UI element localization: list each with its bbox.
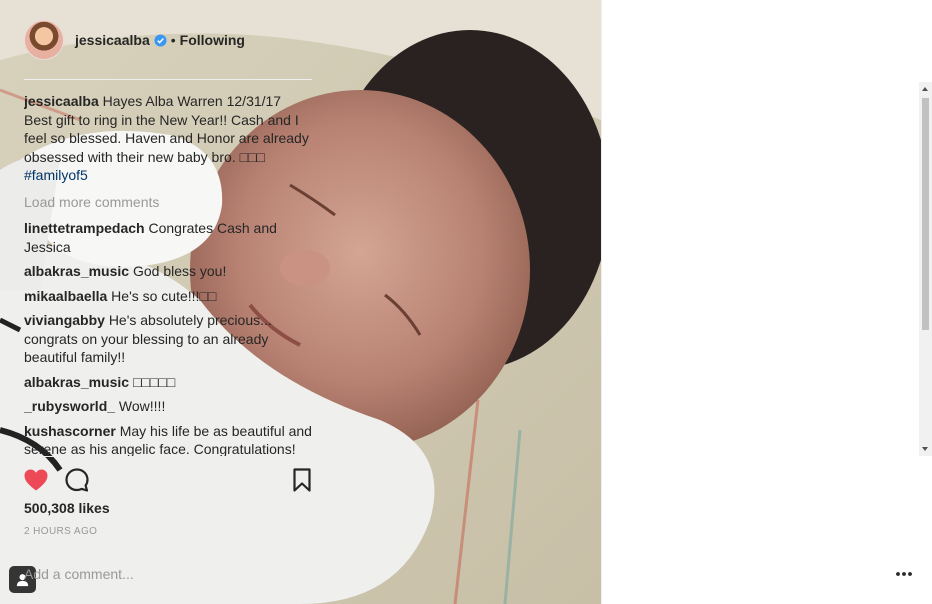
comment-username[interactable]: viviangabby <box>24 312 105 328</box>
comment-text: Wow!!!! <box>118 398 166 414</box>
scroll-down-arrow-icon[interactable] <box>922 447 928 451</box>
verified-badge-icon <box>154 33 167 47</box>
post-caption: jessicaalba Hayes Alba Warren 12/31/17 B… <box>24 92 312 185</box>
comment-item: albakras_music God bless you! <box>24 262 312 281</box>
comment-item: viviangabby He's absolutely precious... … <box>24 311 312 367</box>
comment-text: God bless you! <box>132 263 227 279</box>
comment-form-divider <box>24 545 312 546</box>
comment-item: albakras_music □□□□□ <box>24 373 312 392</box>
more-options-icon[interactable] <box>894 566 914 582</box>
add-comment-input[interactable] <box>24 564 274 584</box>
comment-item: mikaalbaella He's so cute!!!□□ <box>24 287 312 306</box>
header-separator: • <box>170 32 176 48</box>
comment-username[interactable]: _rubysworld_ <box>24 398 115 414</box>
caption-username[interactable]: jessicaalba <box>24 93 99 109</box>
bookmark-icon[interactable] <box>288 466 316 494</box>
actions-divider <box>24 456 312 457</box>
post-timestamp[interactable]: 2 HOURS AGO <box>24 526 97 537</box>
caption-hashtag[interactable]: #familyof5 <box>24 167 88 183</box>
scroll-up-arrow-icon[interactable] <box>922 87 928 91</box>
comment-username[interactable]: albakras_music <box>24 374 129 390</box>
comment-item: kushascorner May his life be as beautifu… <box>24 422 312 458</box>
comment-icon[interactable] <box>63 466 91 494</box>
comment-text: □□□□□ <box>132 373 176 390</box>
following-button[interactable]: Following <box>180 32 245 48</box>
load-more-comments-link[interactable]: Load more comments <box>24 193 312 212</box>
header-username[interactable]: jessicaalba <box>75 32 150 48</box>
comment-username[interactable]: linettetrampedach <box>24 220 145 236</box>
comments-scrollbar[interactable] <box>919 82 932 456</box>
likes-count[interactable]: 500,308 likes <box>24 500 110 516</box>
scrollbar-thumb[interactable] <box>922 98 929 330</box>
heart-icon[interactable] <box>22 466 50 494</box>
comment-item: _rubysworld_ Wow!!!! <box>24 397 312 416</box>
post-actions <box>22 466 316 494</box>
avatar[interactable] <box>24 20 64 60</box>
comment-username[interactable]: kushascorner <box>24 423 116 439</box>
comment-text: He's so cute!!!□□ <box>111 287 217 304</box>
comments-list[interactable]: jessicaalba Hayes Alba Warren 12/31/17 B… <box>24 92 312 457</box>
post-header: jessicaalba • Following <box>24 19 314 61</box>
comment-item: linettetrampedach Congrates Cash and Jes… <box>24 219 312 256</box>
header-divider <box>24 79 312 80</box>
post-detail-panel <box>601 0 932 604</box>
comment-username[interactable]: albakras_music <box>24 263 129 279</box>
comment-username[interactable]: mikaalbaella <box>24 288 107 304</box>
